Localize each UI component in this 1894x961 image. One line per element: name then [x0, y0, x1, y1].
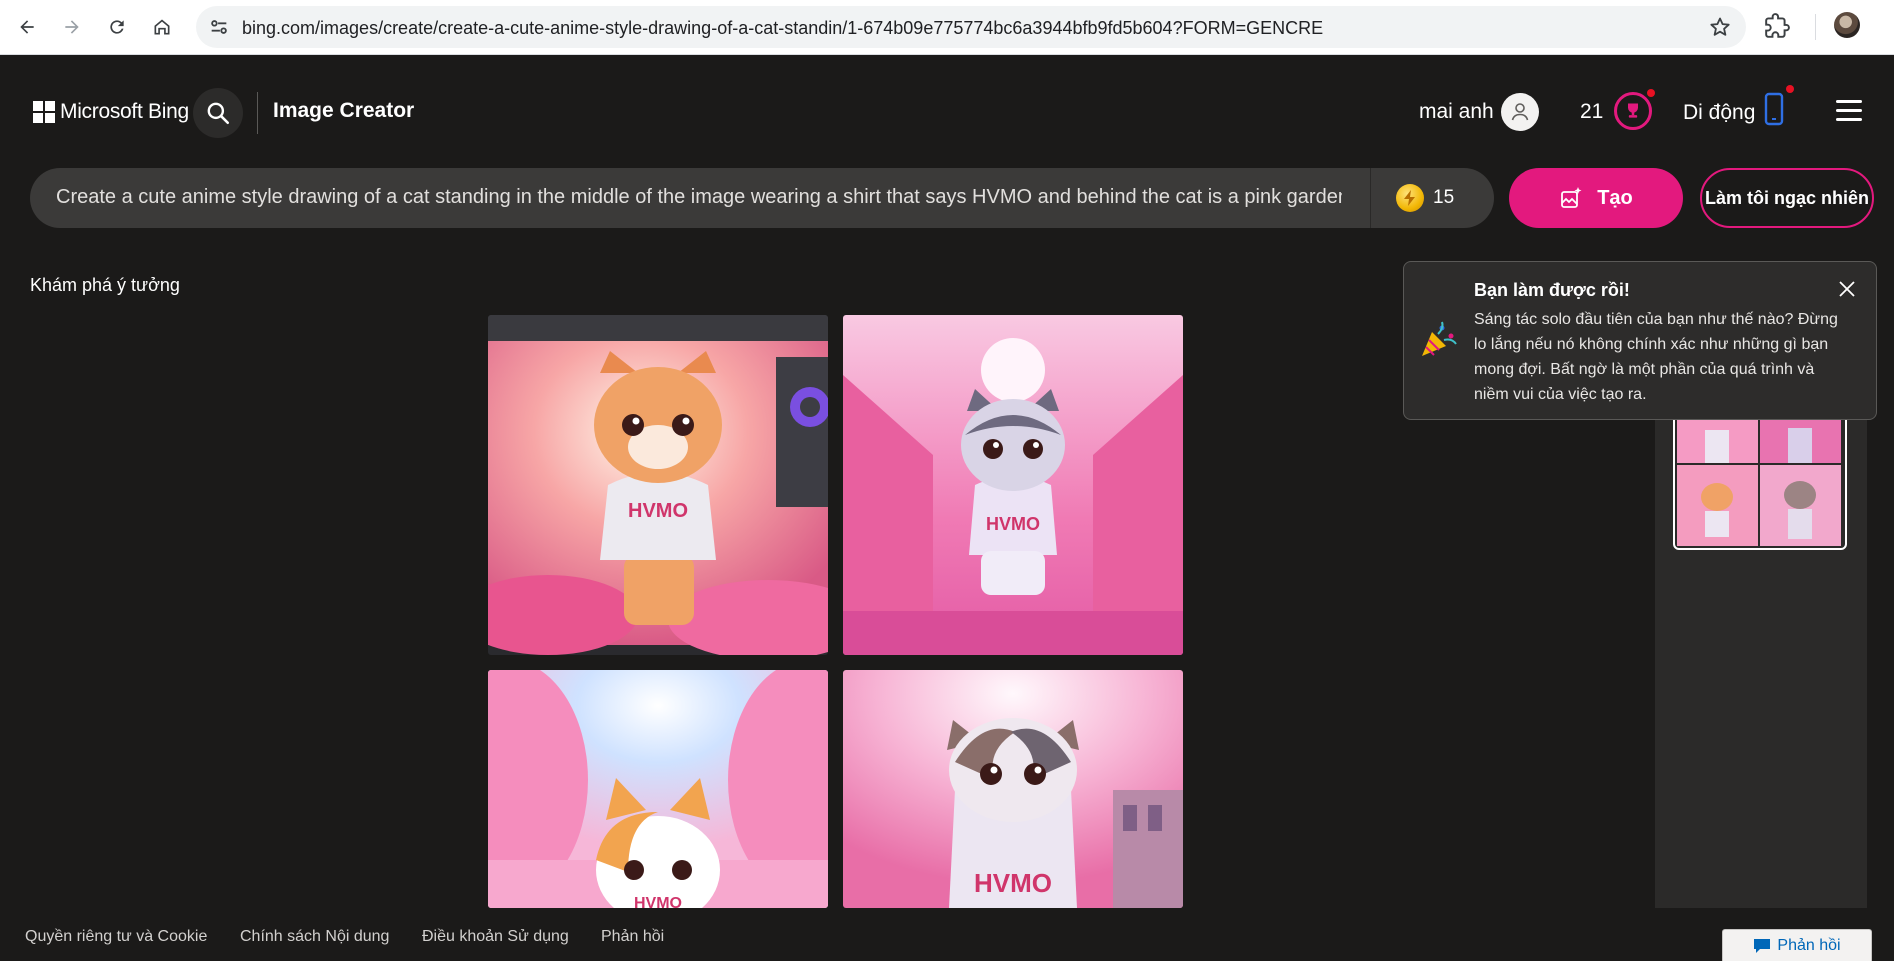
trophy-icon: [1628, 103, 1638, 118]
toolbar-divider: [1815, 14, 1816, 40]
user-name[interactable]: mai anh: [1419, 100, 1494, 124]
history-thumbnail[interactable]: [1760, 465, 1841, 546]
arrow-right-icon: [65, 20, 79, 34]
footer-link-feedback[interactable]: Phản hồi: [601, 928, 664, 946]
browser-profile-avatar[interactable]: [1834, 12, 1860, 38]
feedback-button[interactable]: Phản hồi: [1722, 929, 1872, 961]
orange-white-cat-image: HVMO: [488, 670, 828, 908]
rewards-count[interactable]: 21: [1580, 100, 1603, 124]
toast-message: Sáng tác solo đầu tiên của bạn như thế n…: [1474, 311, 1838, 403]
orange-cat-image: HVMO: [488, 315, 828, 655]
prompt-divider: [1370, 168, 1371, 228]
mobile-notification-dot: [1786, 85, 1794, 93]
home-button[interactable]: [144, 9, 180, 45]
mobile-phone-icon[interactable]: [1763, 91, 1785, 127]
address-bar[interactable]: bing.com/images/create/create-a-cute-ani…: [196, 6, 1746, 48]
lightning-icon: [1404, 190, 1415, 206]
generated-image-1[interactable]: HVMO: [488, 315, 828, 655]
extensions-icon[interactable]: [1764, 13, 1790, 39]
footer-link-privacy[interactable]: Quyền riêng tư và Cookie: [25, 928, 207, 946]
generated-image-4[interactable]: HVMO: [843, 670, 1183, 908]
arrow-left-icon: [20, 20, 34, 34]
person-icon: [1511, 103, 1529, 121]
create-button-label: Tạo: [1597, 186, 1633, 209]
rewards-notification-dot: [1647, 89, 1655, 97]
back-button[interactable]: [9, 9, 45, 45]
microsoft-logo-icon[interactable]: [33, 101, 55, 123]
search-button[interactable]: [193, 88, 243, 138]
site-header: Microsoft Bing Image Creator mai anh 21 …: [0, 55, 1894, 169]
product-title[interactable]: Image Creator: [273, 99, 414, 123]
toast-title: Bạn làm được rồi!: [1474, 280, 1630, 300]
history-thumbnail-set[interactable]: [1673, 412, 1847, 550]
boost-count: 15: [1433, 187, 1455, 208]
header-divider: [257, 92, 258, 134]
brand-name[interactable]: Microsoft Bing: [60, 100, 189, 124]
page-footer: Quyền riêng tư và Cookie Chính sách Nội …: [0, 908, 1894, 961]
surprise-me-button[interactable]: Làm tôi ngạc nhiên: [1700, 168, 1874, 228]
prompt-input[interactable]: Create a cute anime style drawing of a c…: [56, 186, 1342, 209]
forward-button[interactable]: [54, 9, 90, 45]
browser-toolbar: bing.com/images/create/create-a-cute-ani…: [0, 0, 1894, 55]
search-icon: [207, 102, 230, 125]
create-button[interactable]: Tạo: [1509, 168, 1683, 228]
shirt-text: HVMO: [628, 500, 688, 522]
site-info-icon[interactable]: [208, 16, 230, 38]
history-thumbnail[interactable]: [1677, 465, 1758, 546]
shirt-text: HVMO: [974, 868, 1052, 898]
gray-brown-cat-image: HVMO: [843, 670, 1183, 908]
explore-ideas-link[interactable]: Khám phá ý tưởng: [30, 275, 180, 296]
chat-bubble-icon: [1754, 938, 1771, 953]
close-icon[interactable]: [1838, 280, 1856, 298]
history-thumbnail[interactable]: [1677, 416, 1758, 463]
mobile-label[interactable]: Di động: [1683, 101, 1755, 125]
history-thumbnail[interactable]: [1760, 416, 1841, 463]
generated-image-3[interactable]: HVMO: [488, 670, 828, 908]
image-sparkle-icon: [1561, 187, 1582, 208]
home-icon: [154, 19, 170, 35]
url-text[interactable]: bing.com/images/create/create-a-cute-ani…: [242, 18, 1662, 39]
shirt-text: HVMO: [634, 895, 682, 908]
footer-link-content-policy[interactable]: Chính sách Nội dung: [240, 928, 389, 946]
party-popper-icon: [1422, 321, 1457, 356]
rewards-button[interactable]: [1614, 92, 1652, 130]
footer-link-terms[interactable]: Điều khoản Sử dụng: [422, 928, 569, 946]
feedback-button-label: Phản hồi: [1777, 936, 1841, 954]
reload-button[interactable]: [99, 9, 135, 45]
hamburger-menu-icon[interactable]: [1836, 100, 1862, 122]
generated-image-2[interactable]: HVMO: [843, 315, 1183, 655]
shirt-text: HVMO: [986, 514, 1040, 534]
success-toast: Bạn làm được rồi! Sáng tác solo đầu tiên…: [1403, 261, 1877, 420]
user-avatar[interactable]: [1501, 93, 1539, 131]
prompt-bar: Create a cute anime style drawing of a c…: [30, 168, 1494, 228]
bookmark-star-icon[interactable]: [1708, 15, 1732, 39]
reload-icon: [110, 20, 124, 34]
boost-coin-icon: [1396, 184, 1424, 212]
gray-cat-image: HVMO: [843, 315, 1183, 655]
